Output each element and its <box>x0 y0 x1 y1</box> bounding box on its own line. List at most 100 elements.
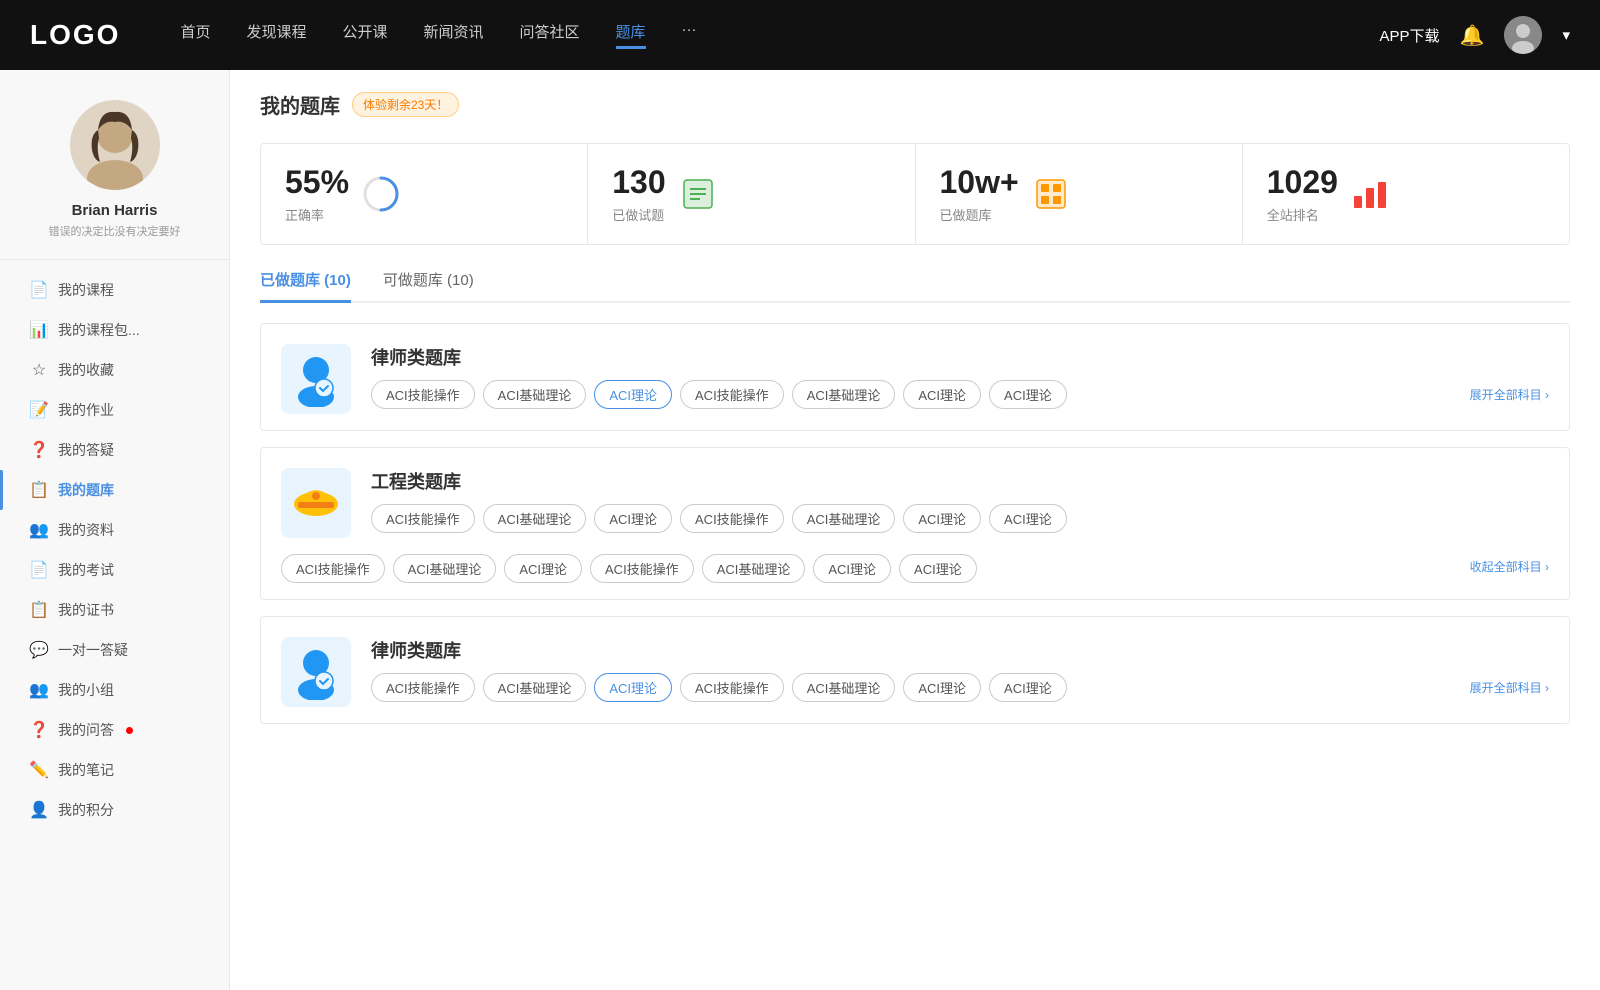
sidebar-item-qa[interactable]: ❓ 我的答疑 <box>0 430 229 470</box>
sidebar-label-course: 我的课程 <box>58 280 114 300</box>
bank3-expand-btn[interactable]: 展开全部科目 › <box>1470 675 1549 700</box>
profile-icon: 👥 <box>30 521 48 539</box>
done-icon <box>680 176 716 212</box>
bank2-collapse-btn[interactable]: 收起全部科目 › <box>1470 554 1549 583</box>
bank-section-3-icon <box>281 637 351 707</box>
sidebar-item-exam[interactable]: 📄 我的考试 <box>0 550 229 590</box>
bank2-extra-tag-3[interactable]: ACI技能操作 <box>590 554 694 583</box>
nav-opencourse[interactable]: 公开课 <box>342 21 387 49</box>
nav-links: 首页 发现课程 公开课 新闻资讯 问答社区 题库 ··· <box>180 21 1379 49</box>
sidebar-item-myqa[interactable]: ❓ 我的问答 <box>0 710 229 750</box>
sidebar-item-homework[interactable]: 📝 我的作业 <box>0 390 229 430</box>
chat-icon: 💬 <box>30 641 48 659</box>
bank1-tag-3[interactable]: ACI技能操作 <box>680 380 784 409</box>
homework-icon: 📝 <box>30 401 48 419</box>
rank-number: 1029 <box>1267 164 1338 201</box>
bank-section-3-info: 律师类题库 ACI技能操作 ACI基础理论 ACI理论 ACI技能操作 ACI基… <box>371 637 1549 702</box>
bank-section-1-name: 律师类题库 <box>371 344 1549 370</box>
nav-news[interactable]: 新闻资讯 <box>424 21 484 49</box>
stat-rank-text: 1029 全站排名 <box>1267 164 1338 224</box>
bank3-tag-1[interactable]: ACI基础理论 <box>483 673 587 702</box>
nav-more[interactable]: ··· <box>682 21 697 49</box>
avatar[interactable] <box>1504 16 1542 54</box>
accuracy-icon <box>363 176 399 212</box>
bank1-tag-0[interactable]: ACI技能操作 <box>371 380 475 409</box>
nav-home[interactable]: 首页 <box>180 21 210 49</box>
course-icon: 📄 <box>30 281 48 299</box>
sidebar-item-profile[interactable]: 👥 我的资料 <box>0 510 229 550</box>
sidebar-label-profile: 我的资料 <box>58 520 114 540</box>
bank-section-2-name: 工程类题库 <box>371 468 1549 494</box>
tab-available[interactable]: 可做题库 (10) <box>383 269 474 301</box>
bank2-extra-tag-2[interactable]: ACI理论 <box>504 554 582 583</box>
sidebar-item-favorites[interactable]: ☆ 我的收藏 <box>0 350 229 390</box>
bank2-tag-5[interactable]: ACI理论 <box>903 504 981 533</box>
sidebar-item-cert[interactable]: 📋 我的证书 <box>0 590 229 630</box>
sidebar-label-bank: 我的题库 <box>58 480 114 500</box>
bank2-extra-tag-5[interactable]: ACI理论 <box>813 554 891 583</box>
bank2-tag-4[interactable]: ACI基础理论 <box>792 504 896 533</box>
bank1-tag-2[interactable]: ACI理论 <box>594 380 672 409</box>
sidebar-label-qa: 我的答疑 <box>58 440 114 460</box>
bank2-extra-tag-0[interactable]: ACI技能操作 <box>281 554 385 583</box>
bank3-tag-6[interactable]: ACI理论 <box>989 673 1067 702</box>
bank2-extra-tag-4[interactable]: ACI基础理论 <box>702 554 806 583</box>
sidebar-item-points[interactable]: 👤 我的积分 <box>0 790 229 830</box>
bank1-tag-1[interactable]: ACI基础理论 <box>483 380 587 409</box>
sidebar-username: Brian Harris <box>72 202 158 219</box>
sidebar-label-exam: 我的考试 <box>58 560 114 580</box>
bank1-tag-5[interactable]: ACI理论 <box>903 380 981 409</box>
stat-rank: 1029 全站排名 <box>1243 144 1569 244</box>
bank2-tag-2[interactable]: ACI理论 <box>594 504 672 533</box>
bank3-tag-2[interactable]: ACI理论 <box>594 673 672 702</box>
banks-number: 10w+ <box>940 164 1019 201</box>
bank2-tag-0[interactable]: ACI技能操作 <box>371 504 475 533</box>
accuracy-label: 正确率 <box>285 205 349 224</box>
sidebar-label-1on1: 一对一答疑 <box>58 640 128 660</box>
banks-icon <box>1033 176 1069 212</box>
accuracy-number: 55% <box>285 164 349 201</box>
sidebar-motto: 错误的决定比没有决定要好 <box>49 223 181 239</box>
sidebar-item-bank[interactable]: 📋 我的题库 <box>0 470 229 510</box>
sidebar-item-course[interactable]: 📄 我的课程 <box>0 270 229 310</box>
nav-bank[interactable]: 题库 <box>616 21 646 49</box>
group-icon: 👥 <box>30 681 48 699</box>
bank-section-3-header: 律师类题库 ACI技能操作 ACI基础理论 ACI理论 ACI技能操作 ACI基… <box>261 617 1569 723</box>
app-download[interactable]: APP下载 <box>1380 25 1440 46</box>
cert-icon: 📋 <box>30 601 48 619</box>
sidebar-item-notes[interactable]: ✏️ 我的笔记 <box>0 750 229 790</box>
bank1-expand-btn[interactable]: 展开全部科目 › <box>1470 382 1549 407</box>
bank2-extra-tag-1[interactable]: ACI基础理论 <box>393 554 497 583</box>
tab-done[interactable]: 已做题库 (10) <box>260 269 351 303</box>
sidebar-label-cert: 我的证书 <box>58 600 114 620</box>
bank1-tag-6[interactable]: ACI理论 <box>989 380 1067 409</box>
done-number: 130 <box>612 164 665 201</box>
bank1-tag-4[interactable]: ACI基础理论 <box>792 380 896 409</box>
sidebar-item-1on1[interactable]: 💬 一对一答疑 <box>0 630 229 670</box>
profile-chevron-icon[interactable]: ▾ <box>1562 26 1570 44</box>
bank2-extra-tag-6[interactable]: ACI理论 <box>899 554 977 583</box>
page-header: 我的题库 体验剩余23天！ <box>260 90 1570 119</box>
sidebar-item-coursepack[interactable]: 📊 我的课程包... <box>0 310 229 350</box>
nav-discover[interactable]: 发现课程 <box>246 21 306 49</box>
bank-section-3-tags: ACI技能操作 ACI基础理论 ACI理论 ACI技能操作 ACI基础理论 AC… <box>371 673 1549 702</box>
profile-avatar <box>70 100 160 190</box>
bank2-tag-1[interactable]: ACI基础理论 <box>483 504 587 533</box>
nav-qa[interactable]: 问答社区 <box>520 21 580 49</box>
stat-banks: 10w+ 已做题库 <box>916 144 1243 244</box>
logo: LOGO <box>30 19 120 51</box>
tabs: 已做题库 (10) 可做题库 (10) <box>260 269 1570 303</box>
bank2-tag-3[interactable]: ACI技能操作 <box>680 504 784 533</box>
bank2-tag-6[interactable]: ACI理论 <box>989 504 1067 533</box>
bank3-tag-3[interactable]: ACI技能操作 <box>680 673 784 702</box>
bank-section-2-extra-tags: ACI技能操作 ACI基础理论 ACI理论 ACI技能操作 ACI基础理论 AC… <box>261 554 1569 599</box>
bank3-tag-5[interactable]: ACI理论 <box>903 673 981 702</box>
sidebar-label-homework: 我的作业 <box>58 400 114 420</box>
stats-row: 55% 正确率 130 已做试题 <box>260 143 1570 245</box>
sidebar-item-group[interactable]: 👥 我的小组 <box>0 670 229 710</box>
bank-section-1-header: 律师类题库 ACI技能操作 ACI基础理论 ACI理论 ACI技能操作 ACI基… <box>261 324 1569 430</box>
notification-icon[interactable]: 🔔 <box>1460 23 1485 48</box>
bank3-tag-4[interactable]: ACI基础理论 <box>792 673 896 702</box>
exam-icon: 📄 <box>30 561 48 579</box>
bank3-tag-0[interactable]: ACI技能操作 <box>371 673 475 702</box>
